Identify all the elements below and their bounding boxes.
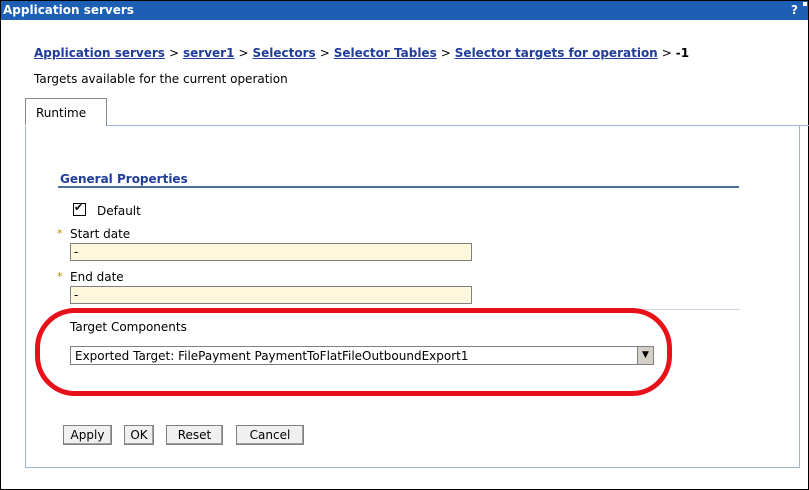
window-titlebar: Application servers ? <box>1 1 808 20</box>
panel-tab-joint <box>25 125 105 126</box>
cancel-button[interactable]: Cancel <box>236 425 304 445</box>
tab-runtime-label: Runtime <box>36 106 87 120</box>
start-date-field[interactable]: - <box>70 243 472 261</box>
breadcrumb-selectors[interactable]: Selectors <box>253 46 316 60</box>
breadcrumb-application-servers[interactable]: Application servers <box>34 46 165 60</box>
reset-button[interactable]: Reset <box>166 425 223 445</box>
tab-runtime[interactable]: Runtime <box>25 98 107 126</box>
breadcrumb-separator: > <box>440 46 451 60</box>
required-star-icon: * <box>57 270 63 283</box>
section-title: General Properties <box>60 172 188 186</box>
apply-button[interactable]: Apply <box>63 425 112 445</box>
help-icon[interactable]: ? <box>791 3 798 17</box>
breadcrumb-selector-tables[interactable]: Selector Tables <box>334 46 437 60</box>
titlebar-corner-marker <box>803 2 807 6</box>
ok-button[interactable]: OK <box>124 425 154 445</box>
end-date-label: End date <box>70 270 124 284</box>
breadcrumb-server1[interactable]: server1 <box>183 46 234 60</box>
breadcrumb-separator: > <box>168 46 180 60</box>
breadcrumb-separator: > <box>661 46 672 60</box>
default-checkbox[interactable] <box>73 203 86 216</box>
required-star-icon: * <box>57 227 63 240</box>
window-title: Application servers <box>3 3 134 17</box>
red-highlight-annotation <box>35 308 672 396</box>
section-divider <box>58 186 739 188</box>
breadcrumb-separator: > <box>319 46 330 60</box>
default-checkbox-label: Default <box>97 204 141 218</box>
breadcrumb-current: -1 <box>675 46 690 60</box>
page-description: Targets available for the current operat… <box>34 72 288 86</box>
breadcrumb-separator: > <box>238 46 249 60</box>
application-window: Application servers ? Application server… <box>0 0 809 490</box>
breadcrumb-selector-targets[interactable]: Selector targets for operation <box>455 46 658 60</box>
end-date-field[interactable]: - <box>70 286 472 304</box>
start-date-label: Start date <box>70 227 131 241</box>
breadcrumb: Application servers > server1 > Selectors > Se… <box>34 46 689 60</box>
